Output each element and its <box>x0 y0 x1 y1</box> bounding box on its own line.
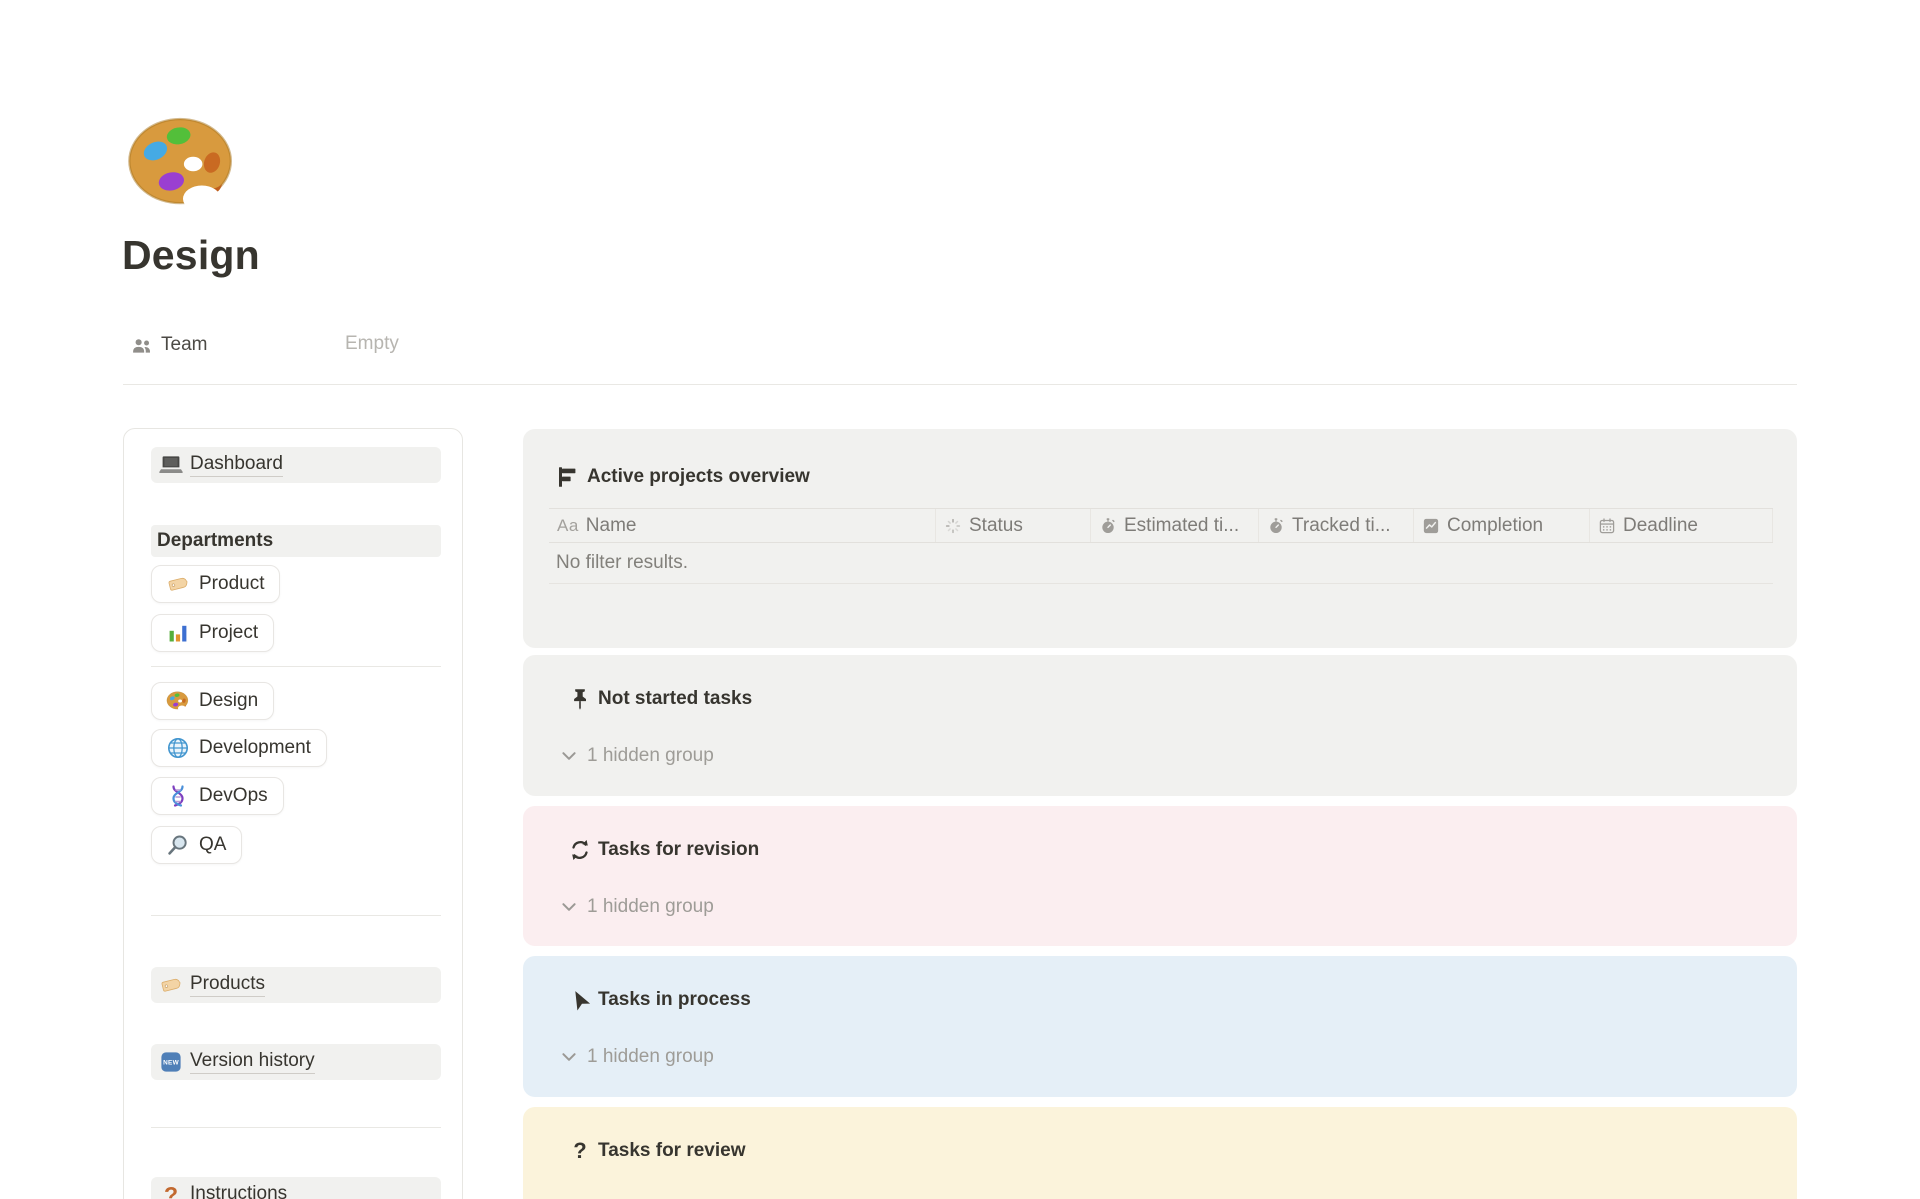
sidebar-item-label: Design <box>199 690 258 712</box>
column-name[interactable]: Aa Name <box>549 509 935 542</box>
section-tasks-in-process: Tasks in process 1 hidden group <box>523 956 1797 1097</box>
divider <box>151 666 441 667</box>
sidebar-item-project[interactable]: Project <box>151 614 274 652</box>
new-button-icon <box>159 1050 183 1074</box>
column-label: Deadline <box>1623 515 1698 537</box>
sidebar-item-label: Project <box>199 622 258 644</box>
navigation-arrow-icon <box>568 988 592 1012</box>
section-tasks-for-review: ? Tasks for review <box>523 1107 1797 1199</box>
property-team-value[interactable]: Empty <box>345 333 399 355</box>
line-chart-icon <box>1422 517 1440 535</box>
main-content: Active projects overview Aa Name Status … <box>523 429 1797 1199</box>
text-property-icon: Aa <box>557 516 579 536</box>
hidden-group-label: 1 hidden group <box>587 1046 714 1068</box>
calendar-icon <box>1598 517 1616 535</box>
sidebar-item-products[interactable]: Products <box>151 967 441 1003</box>
chevron-down-icon <box>560 1048 578 1066</box>
column-completion[interactable]: Completion <box>1413 509 1589 542</box>
sidebar-item-label: Development <box>199 737 311 759</box>
sidebar-item-development[interactable]: Development <box>151 729 327 767</box>
sidebar-item-devops[interactable]: DevOps <box>151 777 284 815</box>
page-title: Design <box>122 232 260 279</box>
divider <box>151 915 441 916</box>
sidebar-item-product[interactable]: Product <box>151 565 280 603</box>
globe-icon <box>166 736 190 760</box>
column-label: Status <box>969 515 1023 537</box>
chevron-down-icon <box>560 898 578 916</box>
column-label: Tracked ti... <box>1292 515 1391 537</box>
sidebar-item-design[interactable]: Design <box>151 682 274 720</box>
divider <box>123 384 1797 385</box>
magnifier-icon <box>166 833 190 857</box>
section-not-started-tasks: Not started tasks 1 hidden group <box>523 655 1797 796</box>
section-header: ? Tasks for review <box>568 1139 746 1163</box>
laptop-icon <box>159 453 183 477</box>
section-title: Not started tasks <box>598 688 752 710</box>
sidebar-item-instructions[interactable]: ? Instructions <box>151 1177 441 1199</box>
hidden-group-toggle[interactable]: 1 hidden group <box>560 896 714 918</box>
column-estimated-time[interactable]: Estimated ti... <box>1090 509 1258 542</box>
timer-icon <box>1267 517 1285 535</box>
column-deadline[interactable]: Deadline <box>1589 509 1773 542</box>
divider <box>151 1127 441 1128</box>
sidebar-item-label: Products <box>190 973 265 997</box>
gantt-chart-icon <box>556 465 580 489</box>
timer-icon <box>1099 517 1117 535</box>
empty-results-row: No filter results. <box>549 543 1773 584</box>
table-header: Aa Name Status Estimated ti... Tracked t… <box>549 508 1773 543</box>
hidden-group-label: 1 hidden group <box>587 896 714 918</box>
section-header: Active projects overview <box>556 465 810 489</box>
sidebar-item-label: Dashboard <box>190 453 283 477</box>
design-page: Design Team Empty Dashboard Departments … <box>0 0 1920 1199</box>
sidebar-item-label: QA <box>199 834 226 856</box>
column-tracked-time[interactable]: Tracked ti... <box>1258 509 1413 542</box>
dna-icon <box>166 784 190 808</box>
section-title: Tasks in process <box>598 989 751 1011</box>
hidden-group-toggle[interactable]: 1 hidden group <box>560 745 714 767</box>
sidebar-item-dashboard[interactable]: Dashboard <box>151 447 441 483</box>
page-icon-palette[interactable] <box>125 114 241 214</box>
section-title: Tasks for review <box>598 1140 746 1162</box>
hidden-group-toggle[interactable]: 1 hidden group <box>560 1046 714 1068</box>
question-mark-icon: ? <box>568 1139 592 1163</box>
sidebar-item-label: Version history <box>190 1050 315 1074</box>
section-header: Not started tasks <box>568 687 752 711</box>
palette-icon <box>166 689 190 713</box>
people-icon <box>131 335 152 356</box>
sidebar: Dashboard Departments Product Project De… <box>123 428 463 1199</box>
sidebar-header-label: Departments <box>157 530 273 552</box>
hidden-group-label: 1 hidden group <box>587 745 714 767</box>
column-label: Completion <box>1447 515 1543 537</box>
pushpin-icon <box>568 687 592 711</box>
column-label: Estimated ti... <box>1124 515 1239 537</box>
refresh-icon <box>568 838 592 862</box>
section-title: Tasks for revision <box>598 839 759 861</box>
tag-icon <box>159 973 183 997</box>
column-label: Name <box>586 515 637 537</box>
section-header: Tasks in process <box>568 988 751 1012</box>
sidebar-header-departments: Departments <box>151 525 441 557</box>
spinner-icon <box>944 517 962 535</box>
column-status[interactable]: Status <box>935 509 1090 542</box>
sidebar-item-label: Product <box>199 573 264 595</box>
empty-results-text: No filter results. <box>556 552 688 574</box>
property-team-label[interactable]: Team <box>161 334 207 356</box>
sidebar-item-qa[interactable]: QA <box>151 826 242 864</box>
section-title: Active projects overview <box>587 466 810 488</box>
section-header: Tasks for revision <box>568 838 759 862</box>
sidebar-item-label: Instructions <box>190 1183 287 1199</box>
question-mark-icon: ? <box>159 1183 183 1199</box>
sidebar-item-version-history[interactable]: Version history <box>151 1044 441 1080</box>
chevron-down-icon <box>560 747 578 765</box>
sidebar-item-label: DevOps <box>199 785 268 807</box>
tag-icon <box>166 572 190 596</box>
section-active-projects: Active projects overview Aa Name Status … <box>523 429 1797 648</box>
section-tasks-for-revision: Tasks for revision 1 hidden group <box>523 806 1797 946</box>
bar-chart-icon <box>166 621 190 645</box>
property-team: Team Empty <box>131 332 207 358</box>
